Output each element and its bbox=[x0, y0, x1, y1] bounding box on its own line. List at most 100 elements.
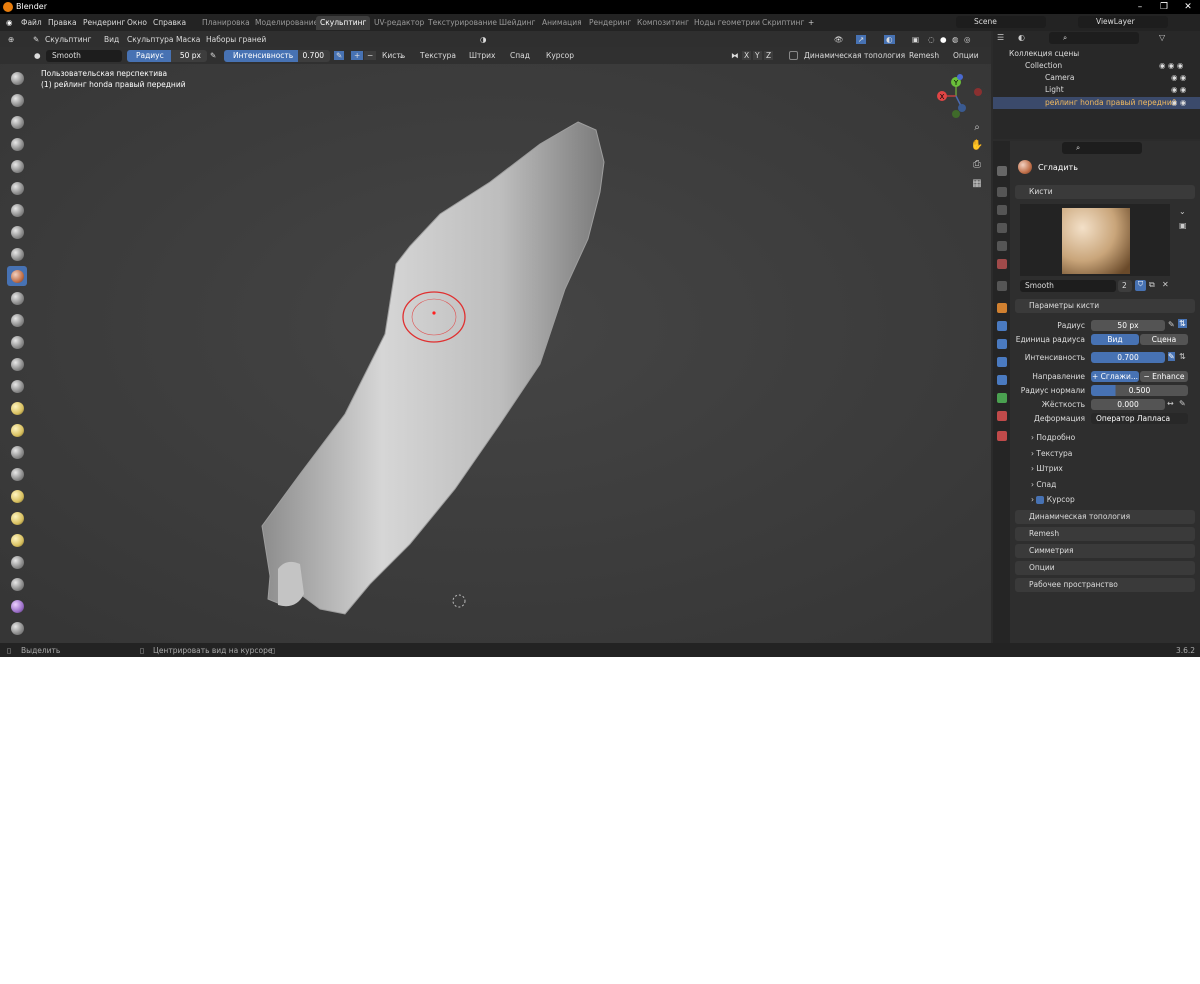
panel-brush-settings-header[interactable]: Параметры кисти bbox=[1015, 299, 1195, 313]
tab-modifiers-icon[interactable] bbox=[997, 321, 1007, 331]
gizmo-neg-y-axis[interactable] bbox=[952, 110, 960, 118]
shading-solid-icon[interactable]: ● bbox=[940, 35, 947, 44]
shading-material-icon[interactable]: ◍ bbox=[952, 35, 959, 44]
tab-collection-icon[interactable] bbox=[997, 281, 1007, 291]
panel-brushes-header[interactable]: Кисти bbox=[1015, 185, 1195, 199]
tool-elastic-deform[interactable] bbox=[7, 420, 27, 440]
outliner-search-input[interactable]: ⌕ bbox=[1049, 32, 1139, 44]
menu-remesh[interactable]: Remesh bbox=[909, 51, 939, 60]
radius-pressure-icon[interactable]: ✎ bbox=[210, 51, 216, 60]
3d-viewport[interactable] bbox=[0, 64, 991, 643]
tab-view-layer-icon[interactable] bbox=[997, 223, 1007, 233]
ortho-grid-icon[interactable]: ▦ bbox=[970, 178, 984, 192]
view-layer-selector[interactable]: ViewLayer bbox=[1078, 16, 1168, 28]
brush-name-field[interactable]: Smooth bbox=[46, 50, 122, 62]
subpanel-stroke[interactable]: › Штрих bbox=[1031, 464, 1063, 473]
symmetry-x-button[interactable]: X bbox=[742, 51, 752, 60]
tool-rotate[interactable] bbox=[7, 530, 27, 550]
hardness-invert-icon[interactable]: ↔ bbox=[1167, 399, 1174, 408]
menu-edit[interactable]: Правка bbox=[48, 18, 77, 27]
menu-window[interactable]: Окно bbox=[127, 18, 147, 27]
scene-selector[interactable]: Scene bbox=[956, 16, 1046, 28]
tool-layer[interactable] bbox=[7, 178, 27, 198]
strength-prop-pressure-icon[interactable]: ✎ bbox=[1168, 352, 1175, 361]
outliner-light-row[interactable]: Light ◉ ◉ bbox=[993, 84, 1200, 96]
direction-subtract-button[interactable]: − bbox=[364, 51, 377, 60]
outliner-display-icon[interactable]: ◐ bbox=[1018, 33, 1025, 42]
tool-draw-sharp[interactable] bbox=[7, 90, 27, 110]
tab-tool-icon[interactable] bbox=[997, 166, 1007, 176]
properties-search-input[interactable]: ⌕ bbox=[1062, 142, 1142, 154]
menu-texture[interactable]: Текстура bbox=[420, 51, 456, 60]
tab-texturing[interactable]: Текстурирование bbox=[424, 16, 501, 30]
direction-smooth-button[interactable]: + Сглажи... bbox=[1091, 371, 1139, 382]
tool-grab[interactable] bbox=[7, 398, 27, 418]
tab-world-icon[interactable] bbox=[997, 259, 1007, 269]
gizmo-neg-x-axis[interactable] bbox=[974, 88, 982, 96]
direction-enhance-button[interactable]: − Enhance ... bbox=[1140, 371, 1188, 392]
hardness-pressure-icon[interactable]: ✎ bbox=[1179, 399, 1186, 408]
normal-radius-field[interactable]: 0.500 bbox=[1091, 385, 1188, 396]
tab-modeling[interactable]: Моделирование bbox=[251, 16, 322, 30]
tab-object-icon[interactable] bbox=[997, 303, 1007, 313]
menu-face-sets[interactable]: Наборы граней bbox=[206, 35, 266, 44]
strength-slider[interactable]: Интенсивность 0.700 bbox=[224, 50, 330, 62]
menu-help[interactable]: Справка bbox=[153, 18, 186, 27]
tool-crease[interactable] bbox=[7, 244, 27, 264]
subpanel-texture[interactable]: › Текстура bbox=[1031, 449, 1072, 458]
tool-clay-thumb[interactable] bbox=[7, 156, 27, 176]
tool-slide-relax[interactable] bbox=[7, 552, 27, 572]
subpanel-advanced[interactable]: › Подробно bbox=[1031, 433, 1075, 442]
brush-image-icon[interactable]: ▣ bbox=[1179, 221, 1187, 230]
outliner-scene-collection[interactable]: Коллекция сцены bbox=[993, 48, 1200, 60]
panel-symmetry[interactable]: Симметрия bbox=[1015, 544, 1195, 558]
tool-clay[interactable] bbox=[7, 112, 27, 132]
visibility-icon[interactable]: 👁 bbox=[834, 35, 844, 44]
editor-type-icon[interactable]: ⊕ bbox=[8, 35, 14, 44]
menu-falloff[interactable]: Спад bbox=[510, 51, 530, 60]
menu-file[interactable]: Файл bbox=[21, 18, 42, 27]
tab-scene-icon[interactable] bbox=[997, 241, 1007, 251]
outliner-camera-row[interactable]: Camera ◉ ◉ bbox=[993, 72, 1200, 84]
minimize-button[interactable]: – bbox=[1128, 0, 1152, 14]
symmetry-z-button[interactable]: Z bbox=[764, 51, 774, 60]
tool-scrape[interactable] bbox=[7, 332, 27, 352]
pan-hand-icon[interactable]: ✋ bbox=[970, 140, 984, 154]
menu-cursor[interactable]: Курсор bbox=[546, 51, 574, 60]
menu-sculpt[interactable]: Скульптура bbox=[127, 35, 174, 44]
panel-remesh[interactable]: Remesh bbox=[1015, 527, 1195, 541]
tool-thumb[interactable] bbox=[7, 464, 27, 484]
tool-pose[interactable] bbox=[7, 486, 27, 506]
strength-prop-field[interactable]: 0.700 bbox=[1091, 352, 1165, 363]
tab-uv-editor[interactable]: UV-редактор bbox=[370, 16, 428, 30]
tab-sculpting[interactable]: Скульптинг bbox=[316, 16, 371, 30]
brush-thumbnail[interactable] bbox=[1062, 208, 1130, 274]
symmetry-icon[interactable]: ⧓ bbox=[731, 51, 739, 60]
maximize-button[interactable]: ❐ bbox=[1152, 0, 1176, 14]
tool-clay-strips[interactable] bbox=[7, 134, 27, 154]
tool-simplify[interactable] bbox=[7, 618, 27, 638]
navigation-gizmo[interactable]: Y X bbox=[930, 72, 988, 122]
radius-unit-view-button[interactable]: Вид bbox=[1091, 334, 1139, 345]
tool-nudge[interactable] bbox=[7, 508, 27, 528]
close-button[interactable]: ✕ bbox=[1176, 0, 1200, 14]
tool-pinch[interactable] bbox=[7, 376, 27, 396]
camera-view-icon[interactable]: ⎙ bbox=[970, 159, 984, 173]
overlay-toggle-icon[interactable]: ◐ bbox=[884, 35, 895, 44]
tab-render-icon[interactable] bbox=[997, 187, 1007, 197]
menu-mask[interactable]: Маска bbox=[176, 35, 200, 44]
tab-shading[interactable]: Шейдинг bbox=[495, 16, 539, 30]
duplicate-brush-icon[interactable]: ⧉ bbox=[1149, 280, 1155, 290]
collection-eye-icon[interactable]: ◉ ◉ ◉ bbox=[1159, 60, 1183, 72]
tool-multiplane-scrape[interactable] bbox=[7, 354, 27, 374]
outliner-mesh-row[interactable]: рейлинг honda правый передний ◉ ◉ bbox=[993, 97, 1200, 109]
brush-list-chevron-icon[interactable]: ⌄ bbox=[1179, 207, 1186, 216]
menu-dyntopo[interactable]: Динамическая топология bbox=[804, 51, 905, 60]
tab-data-icon[interactable] bbox=[997, 393, 1007, 403]
tool-smooth[interactable] bbox=[7, 266, 27, 286]
menu-stroke[interactable]: Штрих bbox=[469, 51, 495, 60]
viewport-canvas[interactable] bbox=[0, 64, 991, 643]
radius-prop-lock-icon[interactable]: ⇅ bbox=[1178, 319, 1187, 328]
radius-slider[interactable]: Радиус 50 px bbox=[127, 50, 207, 62]
tool-snake-hook[interactable] bbox=[7, 442, 27, 462]
